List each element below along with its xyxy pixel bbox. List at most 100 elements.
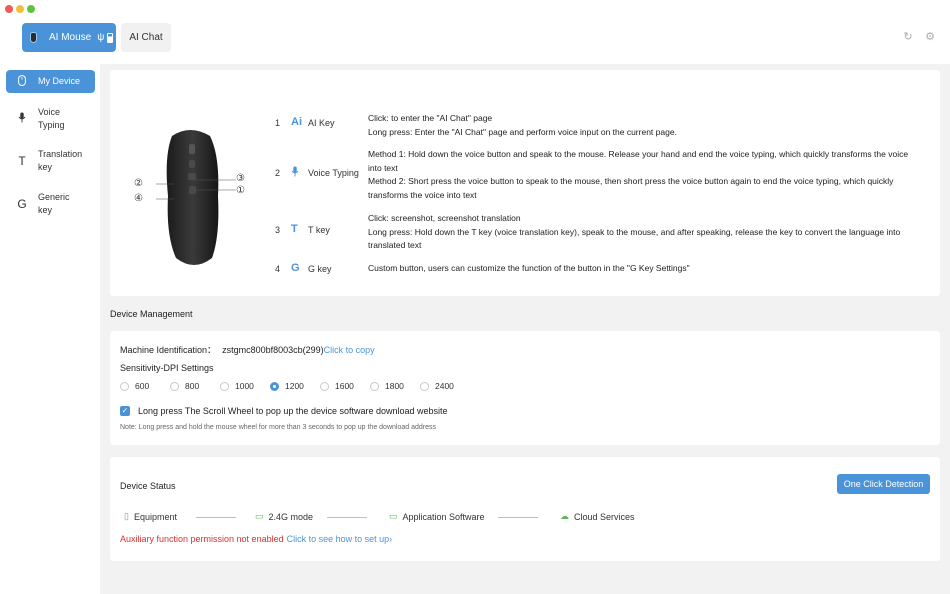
receiver-icon: ▭ [255,511,264,521]
sidebar-item-generic-key[interactable]: G Generic key [6,191,95,217]
dpi-option-1000[interactable]: 1000 [220,381,270,391]
key-name: Voice Typing [308,168,359,178]
device-management-card: Machine Identification： zstgmc800bf8003cb… [110,331,940,445]
battery-icon [107,32,114,43]
dpi-option-label: 600 [135,381,150,391]
status-connector [327,517,367,518]
mouse-icon [14,74,30,89]
key-number: 4 [275,264,281,274]
key-description-line: Click: to enter the "AI Chat" page [368,113,493,123]
tab-ai-mouse[interactable]: AI Mouse ψ [22,23,116,52]
permission-setup-link[interactable]: Click to see how to set up› [287,534,393,544]
machine-id-label: Machine Identification： [120,345,217,355]
status-connector [196,517,236,518]
device-management-title: Device Management [110,309,193,319]
dpi-option-600[interactable]: 600 [120,381,170,391]
dpi-option-1200[interactable]: 1200 [270,381,320,391]
minimize-window-button[interactable] [16,5,24,13]
checkbox-checked-icon[interactable]: ✓ [120,406,130,416]
microphone-icon [291,166,299,180]
machine-id-value: zstgmc800bf8003cb(299) [222,345,324,355]
dpi-option-label: 1600 [335,381,354,391]
scroll-wheel-option-label: Long press The Scroll Wheel to pop up th… [138,406,448,416]
sidebar-item-label: Voice Typing [38,107,65,130]
mouse-icon [30,32,37,43]
dpi-radio-group: 600 800 1000 1200 1600 1800 2400 [120,381,470,391]
status-equipment: ▯ Equipment [124,511,177,522]
permission-warning: Auxiliary function permission not enable… [120,534,284,544]
key-guide-card: ② ③ ④ ① 1 Ai AI Key Click: to enter the … [110,70,940,296]
dpi-option-1600[interactable]: 1600 [320,381,370,391]
sidebar-item-my-device[interactable]: My Device [6,70,95,93]
dpi-option-800[interactable]: 800 [170,381,220,391]
key-name: T key [308,225,330,235]
scroll-wheel-option[interactable]: ✓ Long press The Scroll Wheel to pop up … [120,406,448,416]
key-description: Custom button, users can customize the f… [368,262,923,276]
permission-row: Auxiliary function permission not enable… [120,534,392,544]
key-description-line: Click: screenshot, screenshot translatio… [368,213,521,223]
title-bar: AI Mouse ψ AI Chat ↻ ⚙ [0,0,950,64]
g-letter-icon: G [17,197,27,211]
dpi-option-label: 1800 [385,381,404,391]
radio-button[interactable] [120,381,129,391]
radio-button[interactable] [320,381,329,391]
gear-icon[interactable]: ⚙ [924,31,936,43]
callout-4: ④ [134,193,143,204]
maximize-window-button[interactable] [27,5,35,13]
key-description-line: Method 1: Hold down the voice button and… [368,149,909,173]
status-label: Equipment [133,511,177,522]
monitor-icon: ▭ [389,511,398,521]
tab-label: AI Mouse [49,32,92,43]
radio-button[interactable] [420,381,429,391]
dpi-settings-label: Sensitivity-DPI Settings [120,363,214,373]
ai-icon: Ai [291,116,302,128]
machine-id: Machine Identification： zstgmc800bf8003cb… [120,343,375,356]
dpi-option-1800[interactable]: 1800 [370,381,420,391]
close-window-button[interactable] [5,5,13,13]
radio-button[interactable] [370,381,379,391]
status-label: Application Software [402,511,485,522]
key-name: G key [308,264,332,274]
dpi-option-label: 1200 [285,381,304,391]
tab-ai-chat[interactable]: AI Chat [121,23,171,52]
sidebar-item-translation-key[interactable]: T Translation key [6,148,95,174]
one-click-detection-button[interactable]: One Click Detection [837,474,930,494]
t-letter-icon: T [291,223,298,235]
status-label: Cloud Services [574,511,635,522]
dpi-option-label: 2400 [435,381,454,391]
cloud-icon: ☁ [560,511,569,521]
radio-button-selected[interactable] [270,381,279,391]
dpi-option-2400[interactable]: 2400 [420,381,470,391]
key-number: 1 [275,118,281,128]
key-number: 3 [275,225,281,235]
key-description-line: Method 2: Short press the voice button t… [368,176,894,200]
key-description-line: Custom button, users can customize the f… [368,263,690,273]
key-description: Click: to enter the "AI Chat" page Long … [368,112,923,139]
callout-3: ③ [236,173,245,184]
equipment-icon: ▯ [124,511,129,521]
dpi-option-label: 800 [185,381,200,391]
status-label: 2.4G mode [268,511,314,522]
key-name: AI Key [308,118,335,128]
key-description-line: Long press: Enter the "AI Chat" page and… [368,126,677,137]
scroll-wheel-note: Note: Long press and hold the mouse whee… [120,424,436,431]
sidebar-item-voice-typing[interactable]: Voice Typing [6,106,95,132]
callout-2: ② [134,178,143,189]
usb-icon: ψ [97,32,105,43]
sidebar: My Device Voice Typing T Translation key… [0,64,100,594]
key-number: 2 [275,168,281,178]
sidebar-item-label: My Device [38,76,81,86]
radio-button[interactable] [170,381,179,391]
microphone-icon [14,112,30,126]
tab-label: AI Chat [129,32,163,43]
radio-button[interactable] [220,381,229,391]
key-description: Click: screenshot, screenshot translatio… [368,212,923,253]
refresh-icon[interactable]: ↻ [902,31,914,43]
copy-link[interactable]: Click to copy [324,345,375,355]
dpi-option-label: 1000 [235,381,254,391]
sidebar-item-label: Generic key [38,192,70,215]
status-cloud-services: ☁ Cloud Services [560,511,635,522]
callout-1: ① [236,185,245,196]
status-application-software: ▭ Application Software [389,511,485,522]
t-letter-icon: T [18,154,26,168]
